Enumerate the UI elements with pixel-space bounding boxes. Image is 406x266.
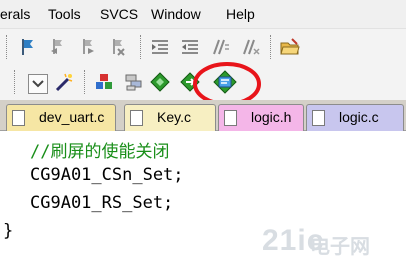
menu-svcs[interactable]: SVCS — [100, 6, 138, 22]
file-icon — [224, 110, 237, 126]
comment-icon[interactable] — [210, 37, 230, 57]
tab-dev-uart-c[interactable]: dev_uart.c — [6, 104, 116, 131]
editor-tab-bar: dev_uart.c Key.c logic.h logic.c — [0, 100, 406, 131]
toolbar-separator — [84, 70, 87, 94]
code-editor[interactable]: //刷屏的使能关闭 CG9A01_CSn_Set; CG9A01_RS_Set;… — [0, 131, 406, 266]
watermark-text: 电子网 — [310, 236, 370, 258]
diamond-green-icon[interactable] — [150, 72, 170, 92]
pack-installer-icon[interactable] — [94, 72, 114, 92]
magic-wand-icon[interactable] — [54, 72, 74, 92]
chevron-down-icon — [32, 80, 44, 88]
tab-label: logic.c — [339, 109, 379, 125]
tab-logic-h[interactable]: logic.h — [218, 104, 304, 131]
open-folder-icon[interactable] — [280, 37, 300, 57]
code-line: CG9A01_CSn_Set; — [30, 165, 184, 185]
code-line-comment: //刷屏的使能关闭 — [30, 142, 170, 162]
menu-peripherals[interactable]: erals — [0, 6, 30, 22]
build-toolbar — [0, 62, 406, 106]
components-icon[interactable] — [124, 72, 144, 92]
file-icon — [312, 110, 325, 126]
tab-key-c[interactable]: Key.c — [124, 104, 216, 131]
menu-tools[interactable]: Tools — [48, 6, 81, 22]
tab-label: logic.h — [251, 109, 292, 125]
toolbar-separator — [270, 35, 273, 59]
bookmark-clear-icon[interactable] — [108, 37, 128, 57]
tab-logic-c[interactable]: logic.c — [306, 104, 404, 131]
menu-help[interactable]: Help — [226, 6, 255, 22]
indent-icon[interactable] — [150, 37, 170, 57]
target-dropdown[interactable] — [28, 74, 48, 94]
file-icon — [130, 110, 143, 126]
bookmark-prev-icon[interactable] — [48, 37, 68, 57]
toolbar-grip[interactable] — [14, 70, 17, 94]
toolbar-separator — [140, 35, 143, 59]
tab-label: Key.c — [157, 109, 191, 125]
uncomment-icon[interactable] — [240, 37, 260, 57]
tab-label: dev_uart.c — [39, 109, 105, 125]
menu-bar: erals Tools SVCS Window Help — [0, 0, 406, 28]
file-icon — [12, 110, 25, 126]
bookmark-next-icon[interactable] — [78, 37, 98, 57]
menu-window[interactable]: Window — [151, 6, 201, 22]
unindent-icon[interactable] — [180, 37, 200, 57]
code-line-brace: } — [3, 221, 14, 241]
watermark-logo: 21ic 电子网 — [262, 224, 406, 266]
flag-icon[interactable] — [18, 37, 38, 57]
toolbar-grip[interactable] — [6, 35, 9, 59]
code-line: CG9A01_RS_Set; — [30, 193, 174, 213]
